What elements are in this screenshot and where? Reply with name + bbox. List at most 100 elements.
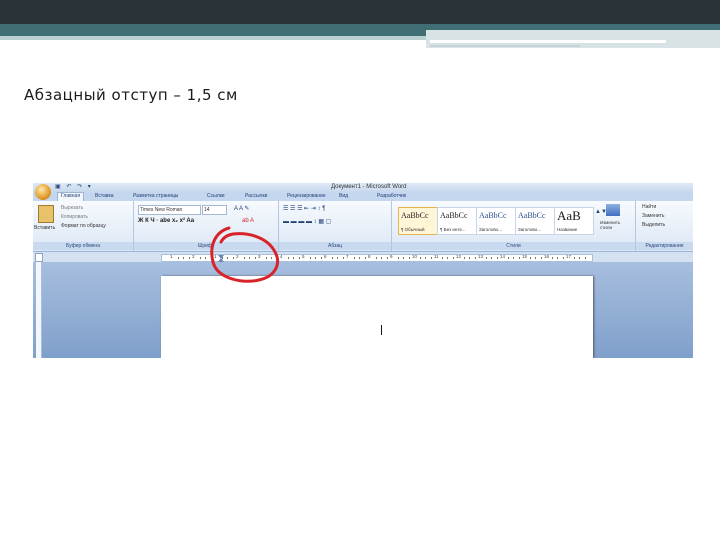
replace-button[interactable]: Заменить — [642, 213, 664, 219]
change-styles-button[interactable]: Изменить стили — [600, 220, 630, 230]
ruler-tick — [309, 257, 311, 259]
ruler-tick — [507, 257, 509, 259]
ruler-tick — [199, 257, 201, 259]
ruler-tick — [579, 257, 580, 259]
ruler-tick — [557, 257, 558, 259]
bold-italic-underline-icon[interactable]: Ж К Ч · abe x₂ x² Aa — [138, 218, 194, 224]
ruler-tick — [474, 257, 476, 259]
ruler-tick — [188, 257, 190, 259]
align-buttons-icon[interactable]: ▬ ▬ ▬ ▬ ↕ ▦ ▢ — [283, 218, 331, 225]
ruler-number: 2 — [192, 254, 195, 259]
ruler-number: 11 — [434, 254, 439, 259]
font-size-field[interactable]: 14 — [202, 205, 227, 215]
document-area — [33, 262, 693, 358]
quick-access-toolbar[interactable]: ▣ ↶ ↷ ▾ — [55, 183, 93, 190]
styles-group: AaBbCc ¶ Обычный AaBbCc ¶ Без инте... Aa… — [392, 201, 636, 251]
ruler-tick — [183, 257, 184, 259]
style-no-spacing[interactable]: AaBbCc ¶ Без инте... — [437, 207, 477, 235]
cut-button[interactable]: Вырезать — [61, 205, 83, 211]
ruler-number: 1 — [170, 254, 173, 259]
ruler-tick — [562, 257, 564, 259]
change-styles-icon[interactable] — [606, 204, 620, 216]
ruler-tick — [337, 257, 338, 259]
ruler-tick — [381, 257, 382, 259]
ruler-tick — [375, 257, 377, 259]
ruler-tick — [535, 257, 536, 259]
slide-header-line — [430, 45, 580, 47]
ruler-tick — [518, 257, 520, 259]
ruler-number: 13 — [478, 254, 484, 259]
ruler-tick — [441, 257, 443, 259]
ribbon-tabs: Главная Вставка Разметка страницы Ссылки… — [33, 192, 693, 201]
ruler-tick — [353, 257, 355, 259]
editing-group-label: Редактирование — [636, 242, 693, 250]
tab-view[interactable]: Вид — [339, 193, 348, 199]
ruler-tick — [298, 257, 300, 259]
tab-home[interactable]: Главная — [57, 192, 85, 201]
document-page[interactable] — [161, 276, 593, 358]
clipboard-group-label: Буфер обмена — [33, 242, 133, 250]
ruler-tick — [425, 257, 426, 259]
ruler-tick — [584, 257, 586, 259]
tab-page-layout[interactable]: Разметка страницы — [133, 193, 178, 199]
ruler-tick — [287, 257, 289, 259]
ruler-tick — [403, 257, 404, 259]
tab-insert[interactable]: Вставка — [95, 193, 114, 199]
slide-header-line — [430, 40, 666, 43]
ruler-tick — [342, 257, 344, 259]
ruler-tick — [177, 257, 179, 259]
ruler-tick — [491, 257, 492, 259]
tab-developer[interactable]: Разработчик — [377, 193, 406, 199]
slide-title: Абзацный отступ – 1,5 см — [24, 86, 238, 104]
ruler-tick — [364, 257, 366, 259]
ruler-tick — [293, 257, 294, 259]
vertical-ruler[interactable] — [36, 262, 42, 358]
tab-selector-icon[interactable] — [35, 253, 43, 262]
slide-header-bar — [0, 0, 720, 24]
ruler-tick — [397, 257, 399, 259]
ruler-number: 16 — [544, 254, 550, 259]
tab-review[interactable]: Рецензирование — [287, 193, 326, 199]
paragraph-group-label: Абзац — [279, 242, 391, 250]
ruler-number: 10 — [412, 254, 418, 259]
format-painter-button[interactable]: Формат по образцу — [61, 223, 106, 229]
paste-button[interactable]: Вставить — [34, 225, 55, 231]
tab-mailings[interactable]: Рассылки — [245, 193, 267, 199]
style-heading-1[interactable]: AaBbCc Заголово... — [476, 207, 516, 235]
copy-button[interactable]: Копировать — [61, 214, 88, 220]
paragraph-group: ☰ ☰ ☰ ⇤ ⇥ ↕ ¶ ▬ ▬ ▬ ▬ ↕ ▦ ▢ Абзац — [279, 201, 392, 251]
tab-references[interactable]: Ссылки — [207, 193, 225, 199]
select-button[interactable]: Выделить — [642, 222, 665, 228]
office-button-icon[interactable] — [35, 184, 51, 200]
find-button[interactable]: Найти — [642, 204, 656, 210]
ruler-number: 6 — [324, 254, 327, 259]
ruler-tick — [205, 257, 206, 259]
ruler-tick — [419, 257, 421, 259]
ruler-tick — [452, 257, 454, 259]
ruler-tick — [359, 257, 360, 259]
ruler-number: 17 — [566, 254, 572, 259]
annotation-circle — [210, 226, 280, 283]
editing-group: Найти Заменить Выделить Редактирование — [636, 201, 693, 251]
window-titlebar: ▣ ↶ ↷ ▾ Документ1 - Microsoft Word — [33, 183, 693, 192]
ruler-tick — [529, 257, 531, 259]
font-name-field[interactable]: Times New Roman — [138, 205, 201, 215]
paste-icon[interactable] — [38, 205, 54, 223]
ruler-tick — [447, 257, 448, 259]
grow-shrink-font-icon[interactable]: A A ✎ — [234, 205, 249, 212]
ruler-number: 15 — [522, 254, 528, 259]
ruler-tick — [315, 257, 316, 259]
ruler-number: 8 — [368, 254, 371, 259]
style-normal[interactable]: AaBbCc ¶ Обычный — [398, 207, 438, 235]
ruler-tick — [430, 257, 432, 259]
ribbon: Вставить Вырезать Копировать Формат по о… — [33, 201, 693, 252]
style-title[interactable]: AaB Название — [554, 207, 594, 235]
ruler-tick — [469, 257, 470, 259]
style-heading-2[interactable]: AaBbCc Заголово... — [515, 207, 555, 235]
ruler-tick — [408, 257, 410, 259]
ruler-bar: 1 2 1 2 3 4 5 6 7 8 9 10 11 12 13 14 15 16 17 — [33, 252, 693, 262]
ruler-tick — [496, 257, 498, 259]
list-buttons-icon[interactable]: ☰ ☰ ☰ ⇤ ⇥ ↕ ¶ — [283, 205, 325, 212]
ruler-number: 12 — [456, 254, 462, 259]
ruler-tick — [573, 257, 575, 259]
